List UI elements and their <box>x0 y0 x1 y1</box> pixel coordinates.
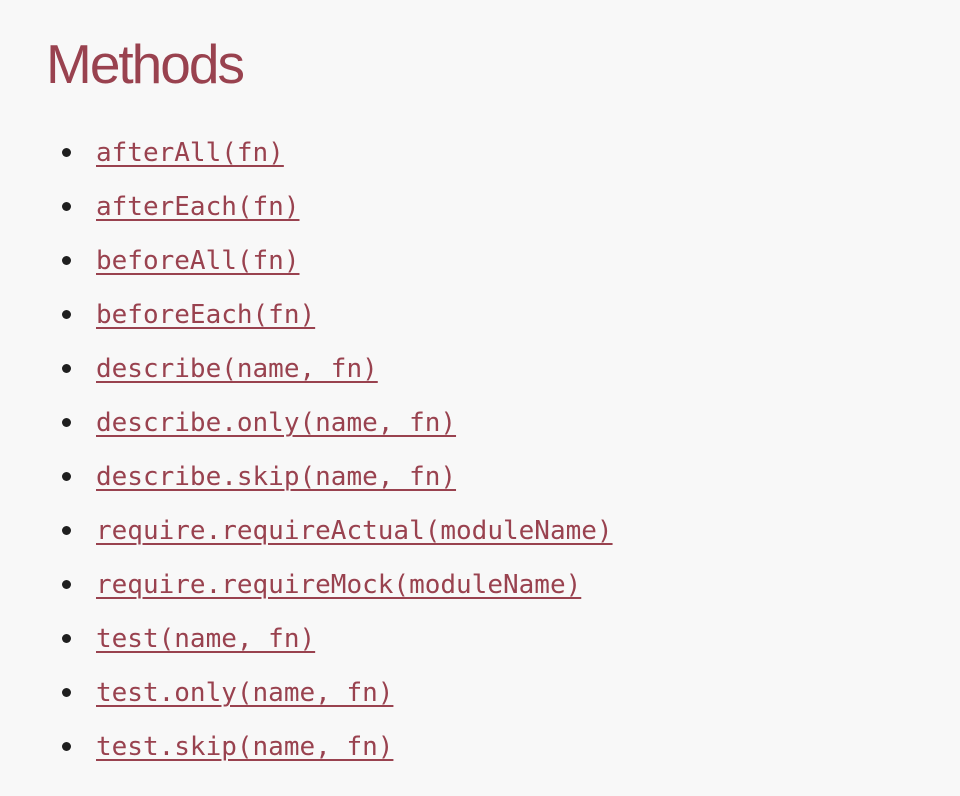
bullet-icon <box>62 688 71 697</box>
method-link-describe-skip[interactable]: describe.skip(name, fn) <box>96 450 456 504</box>
bullet-icon <box>62 580 71 589</box>
bullet-icon <box>62 526 71 535</box>
bullet-icon <box>62 148 71 157</box>
bullet-icon <box>62 634 71 643</box>
method-link-after-all[interactable]: afterAll(fn) <box>96 126 284 180</box>
method-link-before-each[interactable]: beforeEach(fn) <box>96 288 315 342</box>
bullet-icon <box>62 472 71 481</box>
bullet-icon <box>62 310 71 319</box>
bullet-icon <box>62 202 71 211</box>
method-link-require-actual[interactable]: require.requireActual(moduleName) <box>96 504 613 558</box>
bullet-icon <box>62 256 71 265</box>
bullet-icon <box>62 742 71 751</box>
page-title: Methods <box>46 33 245 95</box>
method-link-test-skip[interactable]: test.skip(name, fn) <box>96 720 393 774</box>
method-link-before-all[interactable]: beforeAll(fn) <box>96 234 300 288</box>
method-link-test[interactable]: test(name, fn) <box>96 612 315 666</box>
method-link-after-each[interactable]: afterEach(fn) <box>96 180 300 234</box>
method-link-describe[interactable]: describe(name, fn) <box>96 342 378 396</box>
method-link-test-only[interactable]: test.only(name, fn) <box>96 666 393 720</box>
method-link-require-mock[interactable]: require.requireMock(moduleName) <box>96 558 581 612</box>
method-link-describe-only[interactable]: describe.only(name, fn) <box>96 396 456 450</box>
bullet-icon <box>62 364 71 373</box>
bullet-icon <box>62 418 71 427</box>
